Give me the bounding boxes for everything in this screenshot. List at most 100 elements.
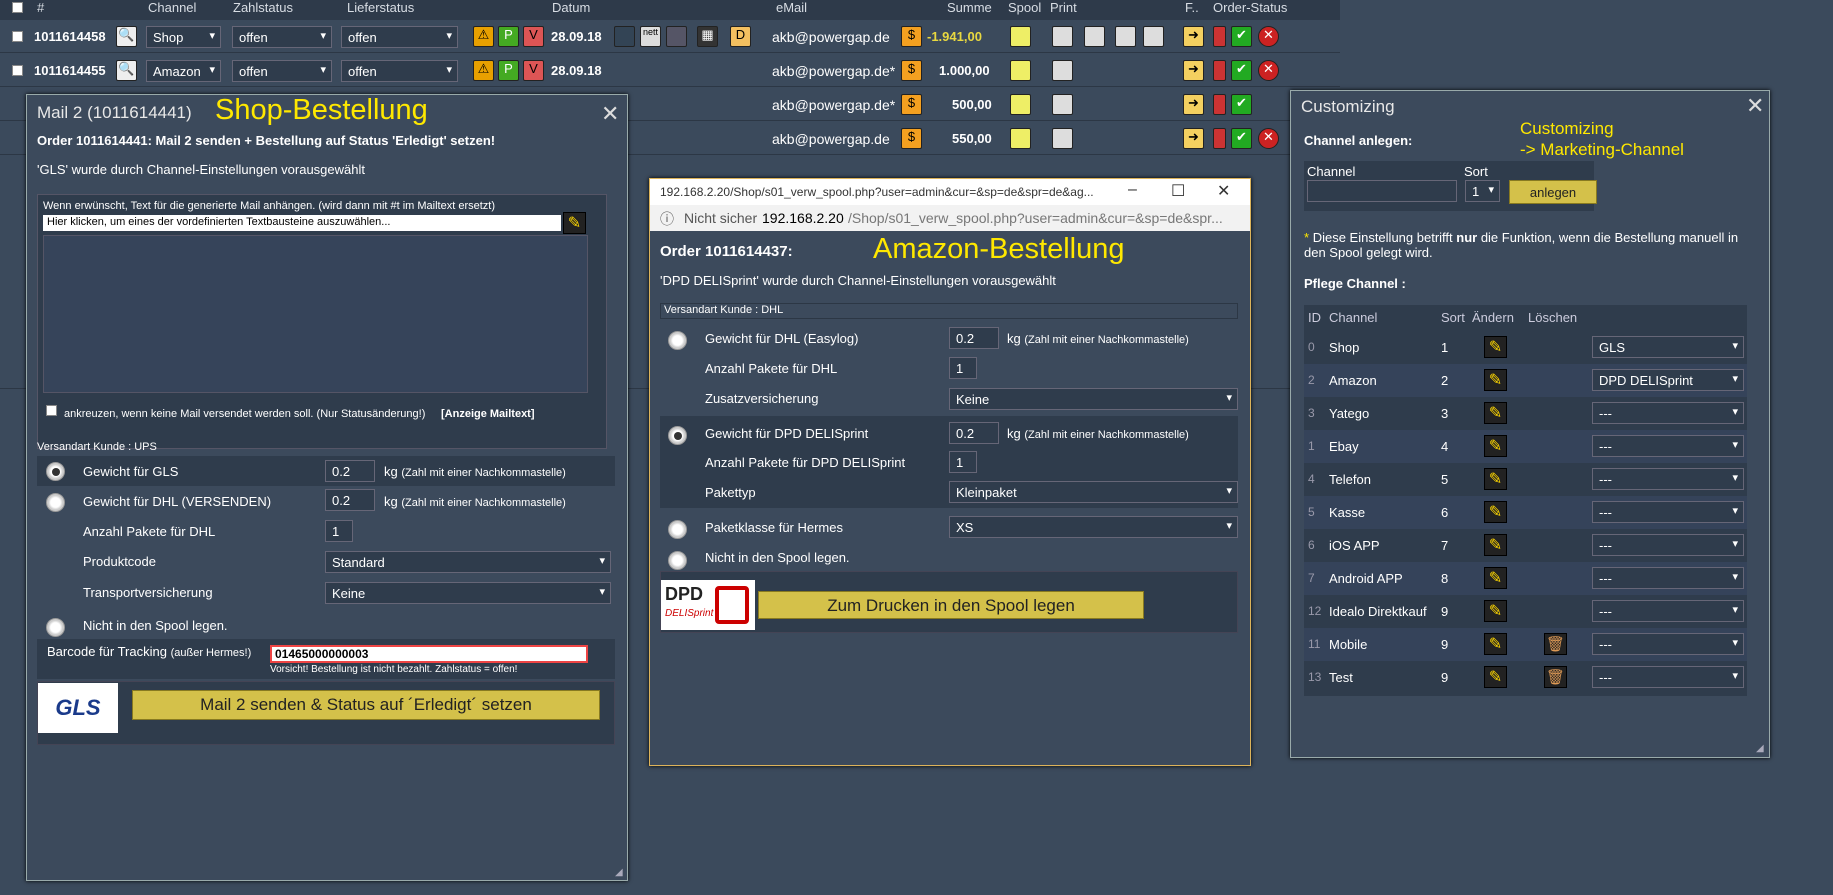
shipping-select[interactable]: ---	[1592, 633, 1744, 655]
shipping-select[interactable]: ---	[1592, 666, 1744, 688]
pencil-icon[interactable]: ✎	[1484, 633, 1507, 655]
lieferstatus-select[interactable]: offen	[341, 26, 458, 48]
order-email[interactable]: akb@powergap.de*	[772, 63, 895, 79]
shipping-select[interactable]: DPD DELISprint	[1592, 369, 1744, 391]
d-icon[interactable]: D	[730, 26, 751, 47]
lieferstatus-select[interactable]: offen	[341, 60, 458, 82]
no-spool-radio[interactable]	[668, 551, 687, 570]
hermes-select[interactable]: XS	[949, 516, 1238, 538]
shipping-select[interactable]: ---	[1592, 468, 1744, 490]
gls-weight-input[interactable]: 0.2	[325, 460, 375, 482]
row-checkbox[interactable]	[12, 65, 23, 76]
spool-print-button[interactable]: Zum Drucken in den Spool legen	[758, 591, 1144, 619]
tools-icon[interactable]	[614, 26, 635, 47]
pencil-icon[interactable]: ✎	[1484, 402, 1507, 424]
close-icon[interactable]: ✕	[1217, 181, 1230, 201]
shipping-select[interactable]: ---	[1592, 600, 1744, 622]
channel-select[interactable]: Amazon	[146, 60, 221, 82]
pencil-icon[interactable]: ✎	[1484, 468, 1507, 490]
printer-icon[interactable]	[1052, 128, 1073, 149]
gls-radio[interactable]	[46, 462, 65, 481]
dhl-weight-input[interactable]: 0.2	[325, 489, 375, 511]
browser-addressbar[interactable]: ⓘ Nicht sicher 192.168.2.20 /Shop/s01_ve…	[650, 205, 1250, 231]
zahlstatus-select[interactable]: offen	[232, 26, 332, 48]
pencil-icon[interactable]: ✎	[1484, 501, 1507, 523]
textblock-select[interactable]: Hier klicken, um eines der vordefinierte…	[43, 215, 561, 231]
magnifier-icon[interactable]: 🔍	[116, 60, 137, 81]
select-all-checkbox[interactable]	[12, 2, 23, 13]
shipping-select[interactable]: ---	[1592, 435, 1744, 457]
scan-icon[interactable]	[666, 26, 687, 47]
pakettyp-select[interactable]: Kleinpaket	[949, 481, 1238, 503]
rg-printer-icon[interactable]	[1143, 26, 1164, 47]
pencil-icon[interactable]: ✎	[1484, 534, 1507, 556]
no-mail-checkbox[interactable]	[46, 405, 57, 416]
send-mail-button[interactable]: Mail 2 senden & Status auf ´Erledigt´ se…	[132, 690, 600, 720]
red-flag-icon[interactable]	[1213, 128, 1226, 149]
channel-name-input[interactable]	[1307, 180, 1457, 202]
pencil-icon[interactable]: ✎	[1484, 600, 1507, 622]
url-path[interactable]: /Shop/s01_verw_spool.php?user=admin&cur=…	[848, 210, 1223, 226]
zusatz-select[interactable]: Keine	[949, 388, 1238, 410]
shipping-select[interactable]: ---	[1592, 402, 1744, 424]
trash-icon[interactable]: 🗑	[1544, 633, 1567, 655]
col-summe[interactable]: Summe	[947, 0, 992, 15]
order-email[interactable]: akb@powergap.de	[772, 131, 890, 147]
channel-select[interactable]: Shop	[146, 26, 221, 48]
dhl-radio[interactable]	[668, 331, 687, 350]
printer-icon[interactable]	[1052, 94, 1073, 115]
barcode-input[interactable]: 01465000000003	[270, 645, 588, 663]
resize-handle-icon[interactable]: ◢	[1756, 743, 1764, 754]
print-e-icon[interactable]	[1084, 26, 1105, 47]
v-icon[interactable]: V	[523, 26, 544, 47]
sort-select[interactable]: 1	[1465, 180, 1500, 202]
nett-icon[interactable]: nett	[640, 26, 661, 47]
spool-icon[interactable]	[1010, 60, 1031, 81]
dhl-weight-input[interactable]: 0.2	[949, 327, 999, 349]
pencil-icon[interactable]: ✎	[1484, 336, 1507, 358]
spool-icon[interactable]	[1010, 94, 1031, 115]
dpd-weight-input[interactable]: 0.2	[949, 422, 999, 444]
doc-icon[interactable]: ▦	[697, 26, 718, 47]
check-icon[interactable]: ✔	[1231, 94, 1252, 115]
dhl-packets-input[interactable]: 1	[949, 357, 977, 379]
zahlstatus-select[interactable]: offen	[232, 60, 332, 82]
shipping-select[interactable]: ---	[1592, 534, 1744, 556]
col-lieferstatus[interactable]: Lieferstatus	[347, 0, 414, 15]
magnifier-icon[interactable]: 🔍	[116, 26, 137, 47]
arrow-right-icon[interactable]: ➜	[1183, 60, 1204, 81]
cancel-icon[interactable]: ✕	[1258, 60, 1279, 81]
warning-icon[interactable]: ⚠	[473, 26, 494, 47]
create-channel-button[interactable]: anlegen	[1509, 180, 1597, 204]
maximize-icon[interactable]: ☐	[1171, 181, 1185, 201]
url-host[interactable]: 192.168.2.20	[762, 210, 844, 226]
col-datum[interactable]: Datum	[552, 0, 590, 15]
dollar-icon[interactable]: $	[901, 60, 922, 81]
order-email[interactable]: akb@powergap.de*	[772, 97, 895, 113]
red-flag-icon[interactable]	[1213, 94, 1226, 115]
shipping-select[interactable]: ---	[1592, 567, 1744, 589]
red-flag-icon[interactable]	[1213, 26, 1226, 47]
trash-icon[interactable]: 🗑	[1544, 666, 1567, 688]
pencil-icon[interactable]: ✎	[1484, 435, 1507, 457]
check-icon[interactable]: ✔	[1231, 128, 1252, 149]
red-flag-icon[interactable]	[1213, 60, 1226, 81]
dollar-icon[interactable]: $	[901, 26, 922, 47]
produktcode-select[interactable]: Standard	[325, 551, 611, 573]
close-icon[interactable]: ✕	[601, 101, 619, 127]
check-icon[interactable]: ✔	[1231, 60, 1252, 81]
col-email[interactable]: eMail	[776, 0, 807, 15]
hermes-radio[interactable]	[668, 520, 687, 539]
pencil-icon[interactable]: ✎	[1484, 666, 1507, 688]
dhl-packets-input[interactable]: 1	[325, 520, 353, 542]
minimize-icon[interactable]: –	[1128, 181, 1137, 199]
cancel-icon[interactable]: ✕	[1258, 128, 1279, 149]
arrow-right-icon[interactable]: ➜	[1183, 128, 1204, 149]
dpd-packets-input[interactable]: 1	[949, 451, 977, 473]
col-zahlstatus[interactable]: Zahlstatus	[233, 0, 293, 15]
pencil-icon[interactable]: ✎	[563, 212, 586, 234]
v-icon[interactable]: V	[523, 60, 544, 81]
info-icon[interactable]: ⓘ	[660, 209, 674, 229]
arrow-right-icon[interactable]: ➜	[1183, 26, 1204, 47]
shipping-select[interactable]: GLS	[1592, 336, 1744, 358]
